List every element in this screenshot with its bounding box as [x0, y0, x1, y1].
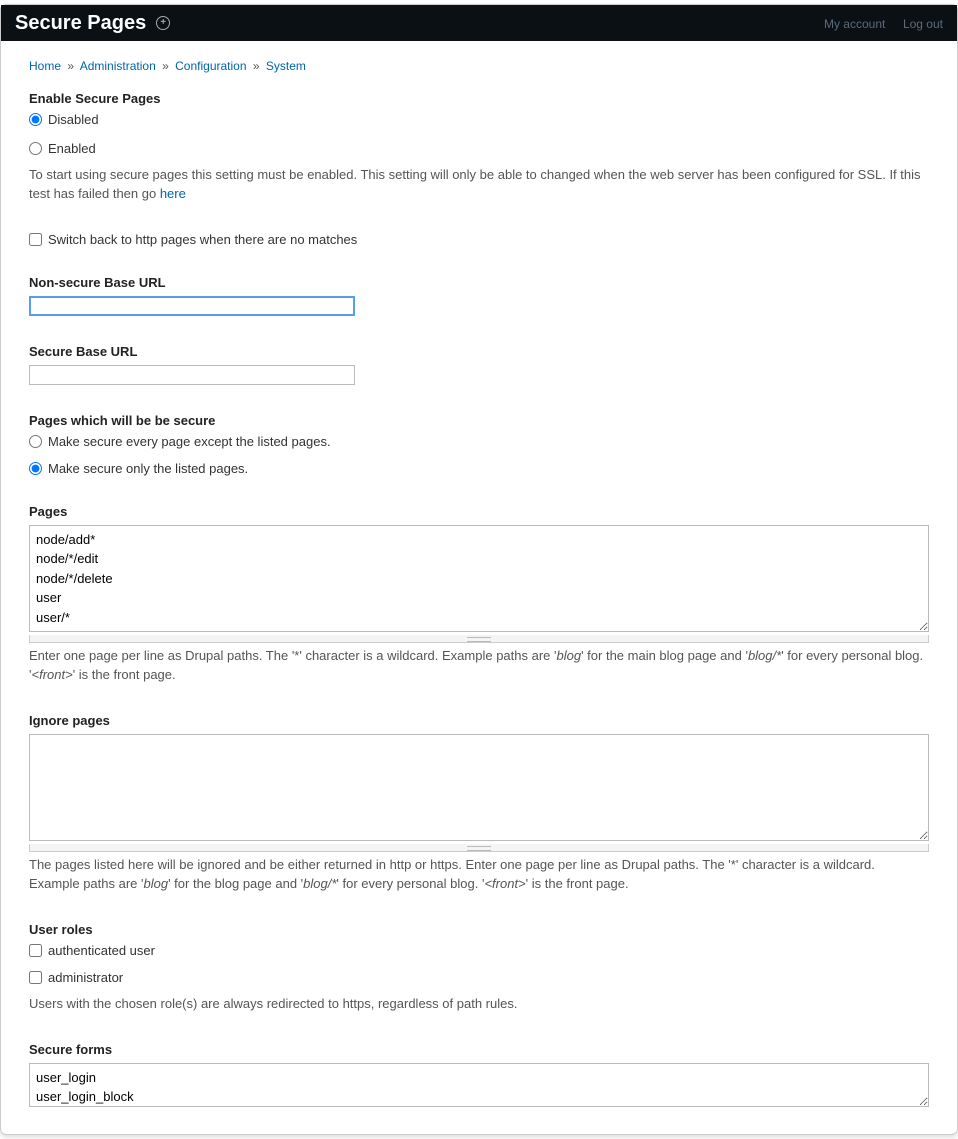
radio-enabled-label: Enabled — [48, 141, 96, 156]
switch-back-checkbox[interactable]: Switch back to http pages when there are… — [29, 232, 929, 247]
ignore-textarea[interactable] — [29, 734, 929, 842]
ignore-desc-c: ' for every personal blog. ' — [336, 876, 484, 891]
forms-textarea[interactable]: user_login user_login_block — [29, 1063, 929, 1107]
pages-mode-heading: Pages which will be be secure — [29, 413, 929, 428]
role-administrator[interactable]: administrator — [29, 970, 929, 985]
breadcrumb-home[interactable]: Home — [29, 59, 61, 73]
pages-desc-blogstar: blog/* — [748, 648, 781, 663]
breadcrumb-sep: » — [162, 59, 169, 73]
breadcrumb-configuration[interactable]: Configuration — [175, 59, 246, 73]
role-authenticated-label: authenticated user — [48, 943, 155, 958]
ignore-desc-front: <front> — [484, 876, 525, 891]
switch-back-input[interactable] — [29, 233, 42, 246]
role-administrator-label: administrator — [48, 970, 123, 985]
pages-desc-b: ' for the main blog page and ' — [581, 648, 748, 663]
ignore-label: Ignore pages — [29, 713, 929, 728]
role-administrator-input[interactable] — [29, 971, 42, 984]
switch-back-label: Switch back to http pages when there are… — [48, 232, 357, 247]
radio-disabled-label: Disabled — [48, 112, 99, 127]
breadcrumb-system[interactable]: System — [266, 59, 306, 73]
secure-label: Secure Base URL — [29, 344, 929, 359]
textarea-resize-handle[interactable] — [29, 844, 929, 852]
ignore-description: The pages listed here will be ignored an… — [29, 856, 929, 894]
pages-textarea[interactable]: node/add* node/*/edit node/*/delete user… — [29, 525, 929, 633]
main-content: Home » Administration » Configuration » … — [1, 41, 957, 1134]
forms-label: Secure forms — [29, 1042, 929, 1057]
forms-section: Secure forms user_login user_login_block — [29, 1042, 929, 1110]
role-authenticated-input[interactable] — [29, 944, 42, 957]
ignore-desc-blog: blog — [144, 876, 169, 891]
roles-description: Users with the chosen role(s) are always… — [29, 995, 929, 1014]
enable-section: Enable Secure Pages Disabled Enabled To … — [29, 91, 929, 204]
page-title: Secure Pages — [15, 12, 146, 35]
breadcrumb: Home » Administration » Configuration » … — [29, 59, 929, 73]
switch-back-section: Switch back to http pages when there are… — [29, 232, 929, 247]
secure-section: Secure Base URL — [29, 344, 929, 385]
enable-description: To start using secure pages this setting… — [29, 166, 929, 204]
radio-only-input[interactable] — [29, 462, 42, 475]
secure-input[interactable] — [29, 365, 355, 385]
breadcrumb-administration[interactable]: Administration — [80, 59, 156, 73]
radio-only-label: Make secure only the listed pages. — [48, 461, 248, 476]
textarea-resize-handle[interactable] — [29, 635, 929, 643]
nonsecure-input[interactable] — [29, 296, 355, 316]
ignore-desc-b: ' for the blog page and ' — [168, 876, 303, 891]
logout-link[interactable]: Log out — [903, 17, 943, 31]
radio-except[interactable]: Make secure every page except the listed… — [29, 434, 929, 449]
radio-except-label: Make secure every page except the listed… — [48, 434, 331, 449]
roles-section: User roles authenticated user administra… — [29, 922, 929, 1014]
pages-desc-d: ' is the front page. — [73, 667, 176, 682]
pages-mode-section: Pages which will be be secure Make secur… — [29, 413, 929, 476]
nonsecure-label: Non-secure Base URL — [29, 275, 929, 290]
pages-label: Pages — [29, 504, 929, 519]
nonsecure-section: Non-secure Base URL — [29, 275, 929, 316]
pages-description: Enter one page per line as Drupal paths.… — [29, 647, 929, 685]
add-shortcut-icon[interactable]: + — [156, 16, 170, 30]
radio-except-input[interactable] — [29, 435, 42, 448]
ignore-desc-blogstar: blog/* — [303, 876, 336, 891]
roles-heading: User roles — [29, 922, 929, 937]
radio-enabled-input[interactable] — [29, 142, 42, 155]
enable-heading: Enable Secure Pages — [29, 91, 929, 106]
radio-enabled[interactable]: Enabled — [29, 141, 929, 156]
pages-desc-front: <front> — [31, 667, 72, 682]
role-authenticated[interactable]: authenticated user — [29, 943, 929, 958]
radio-only[interactable]: Make secure only the listed pages. — [29, 461, 929, 476]
pages-section: Pages node/add* node/*/edit node/*/delet… — [29, 504, 929, 685]
radio-disabled-input[interactable] — [29, 113, 42, 126]
breadcrumb-sep: » — [253, 59, 260, 73]
admin-toolbar: Secure Pages + My account Log out — [1, 5, 957, 41]
here-link[interactable]: here — [160, 186, 186, 201]
ignore-section: Ignore pages The pages listed here will … — [29, 713, 929, 894]
pages-desc-a: Enter one page per line as Drupal paths.… — [29, 648, 557, 663]
breadcrumb-sep: » — [67, 59, 74, 73]
ignore-desc-d: ' is the front page. — [526, 876, 629, 891]
radio-disabled[interactable]: Disabled — [29, 112, 929, 127]
pages-desc-blog: blog — [557, 648, 582, 663]
my-account-link[interactable]: My account — [824, 17, 885, 31]
